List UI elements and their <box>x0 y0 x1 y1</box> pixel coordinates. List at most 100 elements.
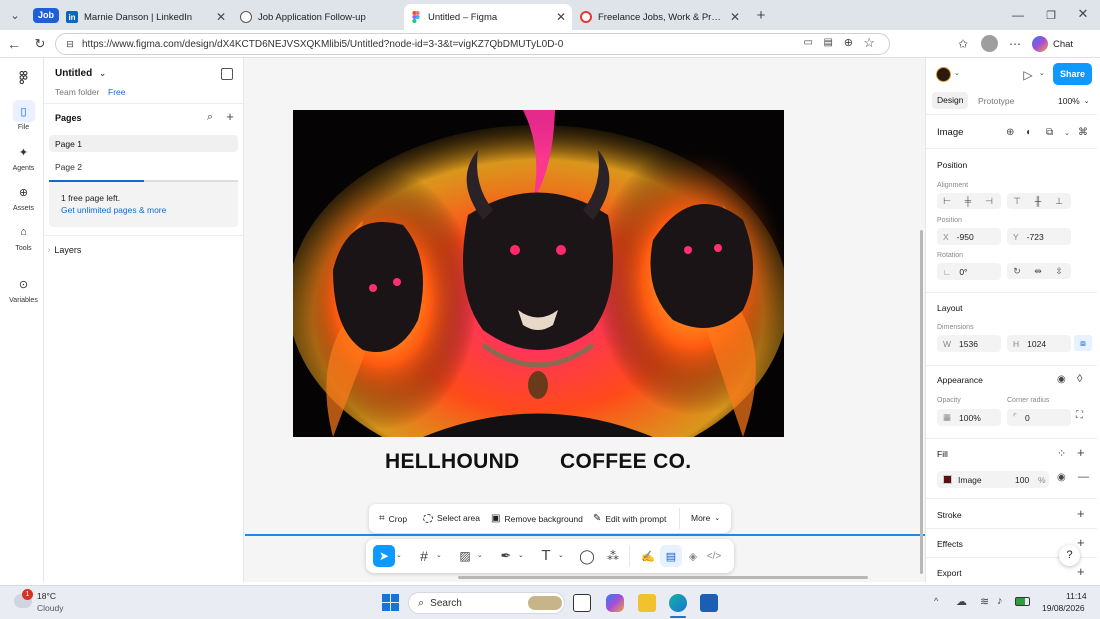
panel-toggle-icon[interactable] <box>221 68 233 80</box>
design-mode-icon[interactable]: ▤ <box>660 545 682 567</box>
close-tab-icon[interactable]: ✕ <box>216 10 226 24</box>
start-button[interactable] <box>382 594 399 611</box>
mask-icon[interactable]: ◐ <box>1026 127 1032 138</box>
tab-figma[interactable]: Untitled – Figma ✕ <box>404 4 572 30</box>
eye-icon[interactable]: ◉ <box>1057 472 1066 483</box>
resize-icon[interactable]: ⌘ <box>1078 127 1088 138</box>
canvas[interactable]: HELLHOUND COFFEE CO. ⌗ Crop Select area ▣… <box>245 58 925 582</box>
hellhound-image[interactable] <box>293 110 784 437</box>
upgrade-link[interactable]: Get unlimited pages & more <box>61 205 166 215</box>
reload-icon[interactable]: ↻ <box>32 36 48 52</box>
edit-with-prompt-button[interactable]: ✎ Edit with prompt <box>593 513 666 524</box>
add-page-icon[interactable]: + <box>224 109 236 124</box>
component-icon[interactable]: ⊕ <box>1006 127 1014 138</box>
x-position-field[interactable]: X -950 <box>937 228 1001 245</box>
weather-temp[interactable]: 18°C <box>37 591 56 601</box>
dev-mode-icon[interactable]: </> <box>705 547 723 565</box>
headline-right[interactable]: COFFEE CO. <box>560 450 691 474</box>
rail-item-file[interactable]: ▯ File <box>3 100 44 131</box>
chevron-up-icon[interactable]: ^ <box>934 596 938 606</box>
tab-design[interactable]: Design <box>932 92 969 109</box>
remove-background-button[interactable]: ▣ Remove background <box>491 513 583 524</box>
align-bottom-icon[interactable]: ⊥ <box>1050 193 1068 209</box>
clock-time[interactable]: 11:14 <box>1066 591 1087 601</box>
present-play-icon[interactable]: ▷ <box>1020 67 1036 83</box>
align-left-icon[interactable]: ⊢ <box>938 193 956 209</box>
favorite-star-icon[interactable]: ☆ <box>863 35 875 51</box>
rail-item-assets[interactable]: ⊕ Assets <box>3 181 44 213</box>
remove-fill-icon[interactable]: — <box>1078 471 1089 483</box>
align-middle-icon[interactable]: ╫ <box>1029 193 1047 209</box>
tab-group-job[interactable]: Job <box>33 8 60 23</box>
file-title[interactable]: Untitled ⌄ <box>55 68 106 79</box>
corner-radius-field[interactable]: ⌜ 0 <box>1007 409 1071 426</box>
back-arrow-icon[interactable]: ← <box>6 36 22 52</box>
maximize-icon[interactable]: ❐ <box>1043 7 1059 23</box>
chevron-down-icon[interactable]: ⌄ <box>477 551 483 559</box>
profile-avatar[interactable] <box>981 35 998 52</box>
y-position-field[interactable]: Y -723 <box>1007 228 1071 245</box>
edge-icon[interactable] <box>669 594 687 612</box>
wifi-icon[interactable]: ≋ <box>980 595 989 608</box>
rotation-field[interactable]: ∟ 0° <box>937 263 1001 280</box>
prototype-mode-icon[interactable]: ◈ <box>684 547 702 565</box>
chevron-down-icon[interactable]: ⌄ <box>1064 129 1070 137</box>
rail-item-agents[interactable]: ✦ Agents <box>3 141 44 173</box>
rail-item-variables[interactable]: ⊙ Variables <box>3 273 44 305</box>
more-menu-icon[interactable]: ⋯ <box>1007 35 1023 53</box>
close-tab-icon[interactable]: ✕ <box>556 10 566 24</box>
tab-list-chevron-icon[interactable]: ⌄ <box>6 7 24 23</box>
blend-mode-icon[interactable]: ◊ <box>1077 373 1082 385</box>
opacity-field[interactable]: ▦ 100% <box>937 409 1001 426</box>
shape-tool-icon[interactable]: ▨ <box>456 547 474 565</box>
eye-icon[interactable]: ◉ <box>1057 374 1066 385</box>
flip-horizontal-icon[interactable]: ⇹ <box>1029 263 1047 279</box>
align-top-icon[interactable]: ⊤ <box>1008 193 1026 209</box>
tab-freelancer[interactable]: Freelance Jobs, Work & Projects in ✕ <box>574 4 746 30</box>
battery-icon[interactable] <box>1015 597 1030 606</box>
help-button[interactable]: ? <box>1059 545 1080 566</box>
constrain-proportions-icon[interactable]: ⧈ <box>1074 335 1092 351</box>
width-field[interactable]: W 1536 <box>937 335 1001 352</box>
vertical-scrollbar[interactable] <box>920 230 923 574</box>
minimize-icon[interactable]: — <box>1010 7 1026 23</box>
search-pages-icon[interactable]: ⌕ <box>204 111 216 123</box>
copilot-taskbar-icon[interactable] <box>606 594 624 612</box>
tab-prototype[interactable]: Prototype <box>978 96 1014 106</box>
flip-vertical-icon[interactable]: ⇳ <box>1050 263 1068 279</box>
headline-left[interactable]: HELLHOUND <box>385 450 520 474</box>
page-item-2[interactable]: Page 2 <box>49 158 238 175</box>
chevron-down-icon[interactable]: ⌄ <box>436 551 442 559</box>
tab-job-application[interactable]: Job Application Follow-up <box>234 4 402 30</box>
weather-desc[interactable]: Cloudy <box>37 603 63 613</box>
reader-icon[interactable]: ▤ <box>824 37 833 48</box>
chevron-down-icon[interactable]: ⌄ <box>396 551 402 559</box>
file-explorer-icon[interactable] <box>638 594 656 612</box>
onedrive-icon[interactable]: ☁ <box>956 595 967 608</box>
favorites-icon[interactable]: ✩ <box>954 35 972 53</box>
height-field[interactable]: H 1024 <box>1007 335 1071 352</box>
align-right-icon[interactable]: ⊣ <box>980 193 998 209</box>
close-window-icon[interactable]: ✕ <box>1075 6 1091 22</box>
share-button[interactable]: Share <box>1053 63 1092 85</box>
add-fill-icon[interactable]: + <box>1077 445 1085 460</box>
taskbar-search[interactable]: ⌕ Search <box>408 592 565 614</box>
page-item-1[interactable]: Page 1 <box>49 135 238 152</box>
clipboard-icon[interactable]: ▭ <box>804 37 813 48</box>
user-avatar[interactable] <box>936 67 951 82</box>
text-tool-icon[interactable]: T <box>537 546 555 564</box>
add-stroke-icon[interactable]: + <box>1077 506 1085 521</box>
copilot-chat-button[interactable]: Chat <box>1032 35 1073 53</box>
layers-toggle[interactable]: › Layers <box>48 245 81 255</box>
actions-icon[interactable]: ⁂ <box>604 547 622 565</box>
figma-menu-button[interactable] <box>3 66 44 90</box>
volume-icon[interactable]: ♪ <box>997 595 1003 607</box>
pen-tool-icon[interactable]: ✒ <box>497 547 515 565</box>
zoom-level[interactable]: 100% ⌄ <box>1058 96 1090 106</box>
site-info-icon[interactable]: ⊟ <box>64 39 76 50</box>
frame-tool-icon[interactable]: # <box>415 547 433 565</box>
task-view-icon[interactable] <box>573 594 591 612</box>
horizontal-scrollbar[interactable] <box>458 576 868 579</box>
draw-mode-icon[interactable]: ✍ <box>639 547 657 565</box>
close-tab-icon[interactable]: ✕ <box>730 10 740 24</box>
